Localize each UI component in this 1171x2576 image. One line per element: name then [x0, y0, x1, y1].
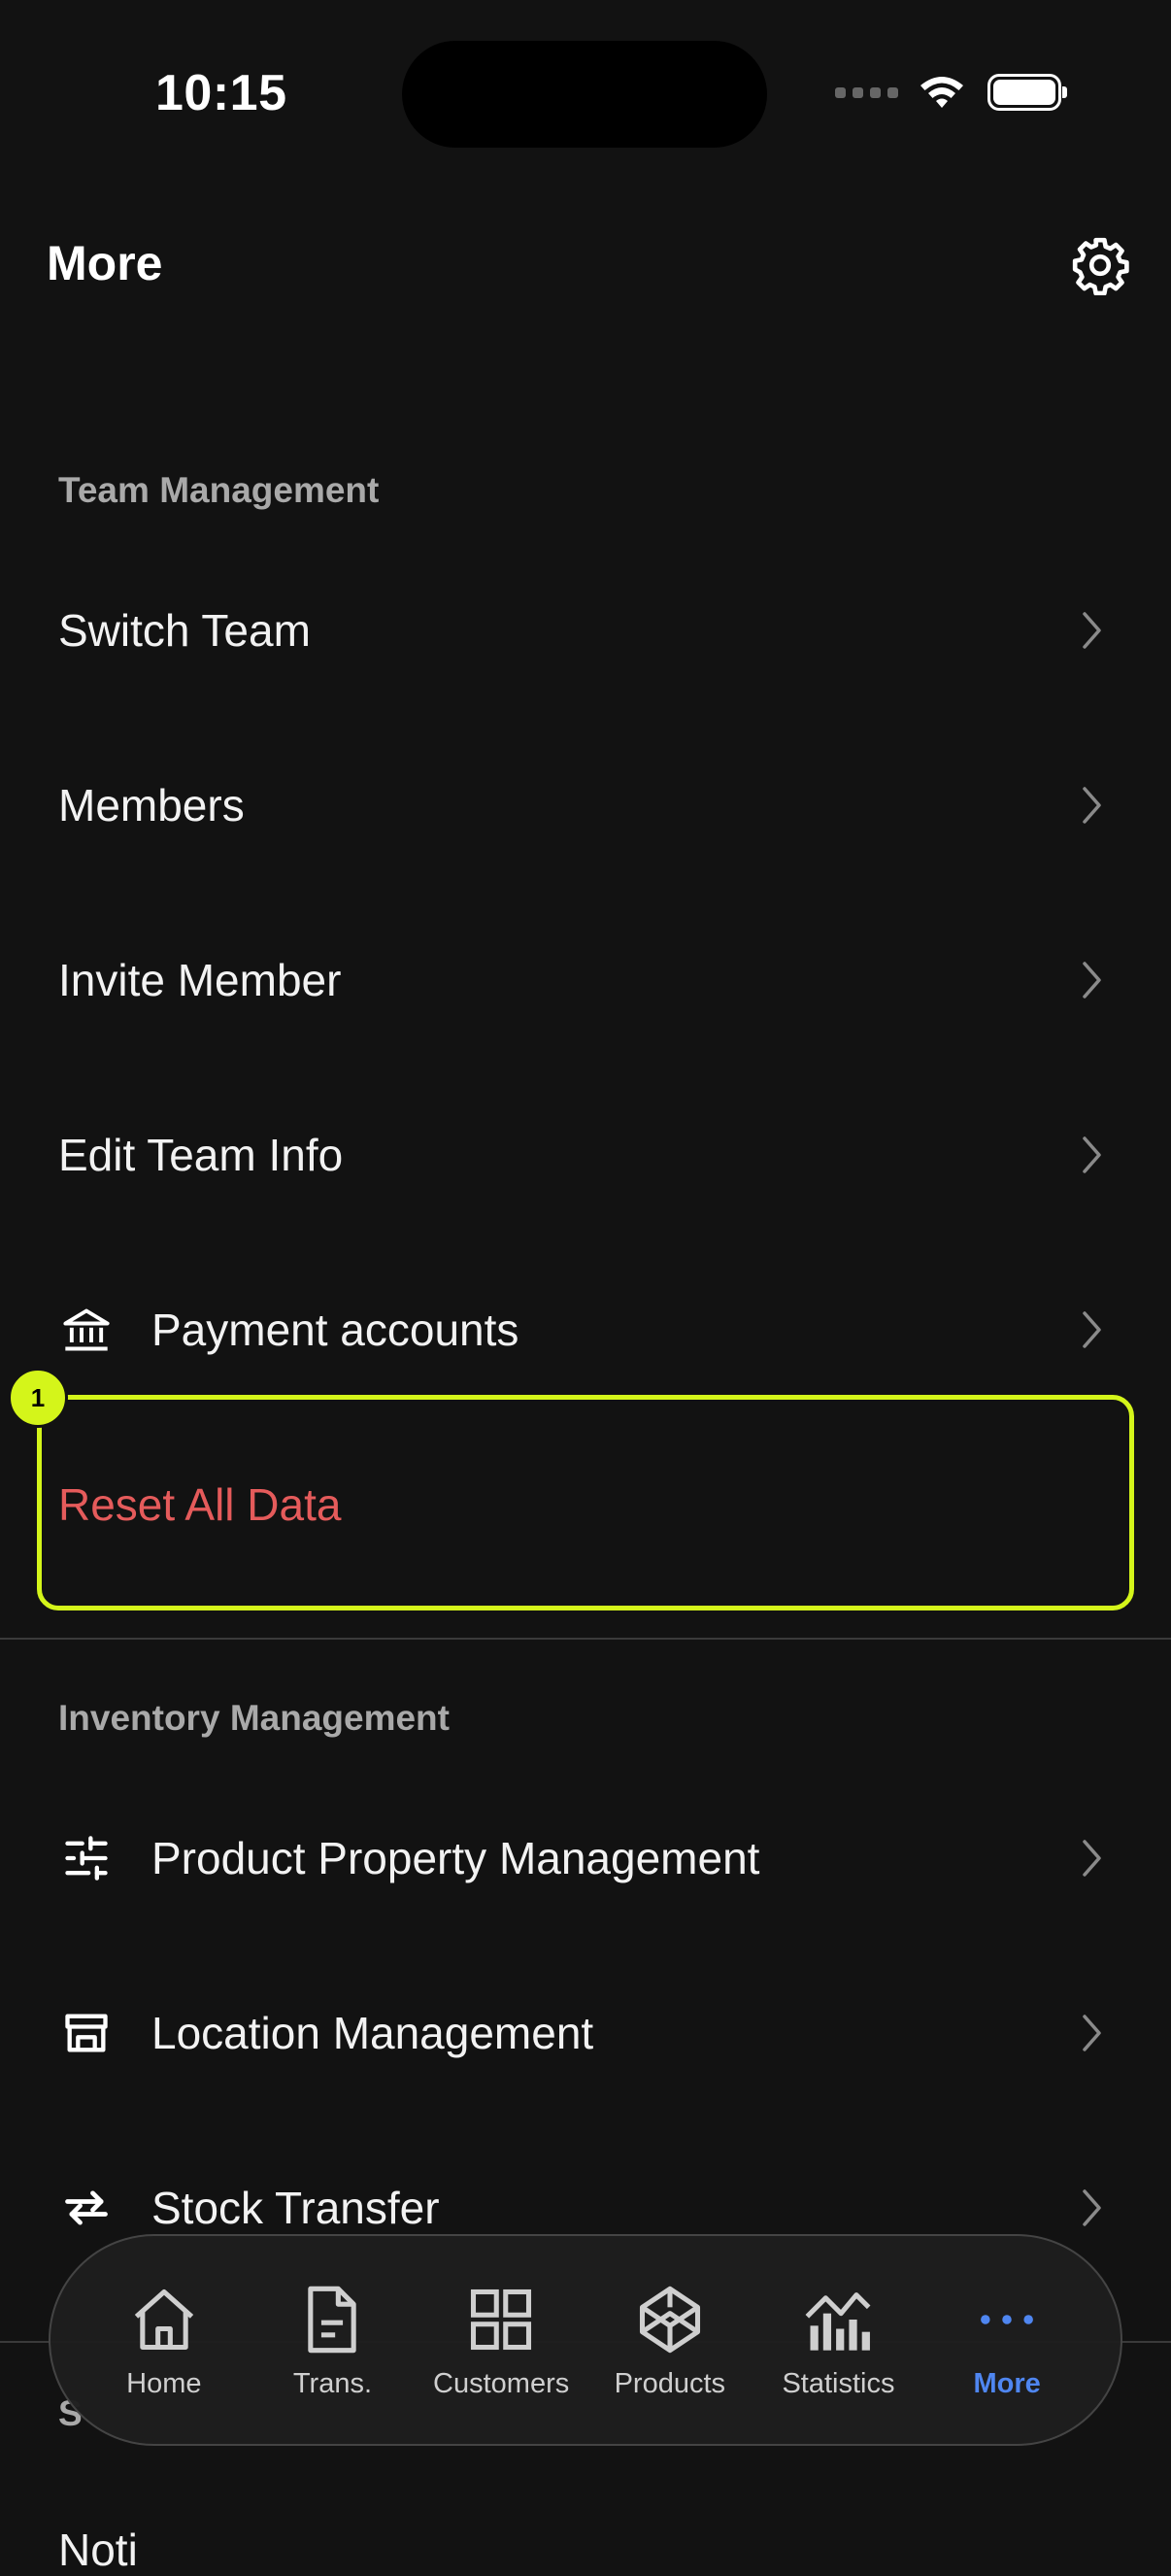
- tab-trans[interactable]: Trans.: [250, 2281, 415, 2400]
- chevron-right-icon: [1076, 784, 1109, 827]
- chevron-right-icon: [1076, 1134, 1109, 1176]
- highlight-badge: 1: [8, 1368, 68, 1428]
- tab-more[interactable]: More: [924, 2281, 1089, 2400]
- settings-button[interactable]: [1066, 231, 1134, 299]
- signal-icon: [835, 86, 898, 98]
- tab-label: Trans.: [292, 2367, 373, 2399]
- menu-item-partial[interactable]: Noti: [58, 2524, 138, 2576]
- menu-item-edit-team-info[interactable]: Edit Team Info: [0, 1068, 1171, 1241]
- menu-item-label: Payment accounts: [151, 1305, 519, 1355]
- tab-label: Products: [614, 2367, 726, 2399]
- tab-customers[interactable]: Customers: [418, 2281, 584, 2400]
- bank-icon: [60, 1304, 113, 1356]
- cube-icon: [631, 2281, 709, 2358]
- dynamic-island: [402, 41, 767, 148]
- divider: [0, 1638, 1171, 1640]
- menu-item-label: Stock Transfer: [151, 2183, 440, 2233]
- page-title: More: [47, 236, 163, 290]
- wifi-icon: [920, 77, 963, 108]
- menu-item-label: Edit Team Info: [58, 1130, 344, 1180]
- tab-label: Home: [126, 2367, 202, 2399]
- tab-statistics[interactable]: Statistics: [755, 2281, 920, 2400]
- chevron-right-icon: [1076, 1308, 1109, 1351]
- menu-item-members[interactable]: Members: [0, 719, 1171, 892]
- menu-item-invite-member[interactable]: Invite Member: [0, 894, 1171, 1067]
- menu-item-label: Members: [58, 780, 245, 830]
- tab-label: Statistics: [782, 2367, 895, 2399]
- section-header-inventory-management: Inventory Management: [58, 1698, 450, 1738]
- sliders-icon: [60, 1832, 113, 1884]
- tab-bar: Home Trans. Customers Products Statistic…: [49, 2234, 1122, 2446]
- chevron-right-icon: [1076, 2186, 1109, 2229]
- tab-label: More: [973, 2367, 1041, 2399]
- more-dots-icon: [968, 2281, 1046, 2358]
- menu-item-label: Location Management: [151, 2008, 594, 2058]
- tab-products[interactable]: Products: [587, 2281, 753, 2400]
- status-icons: [835, 68, 1067, 117]
- menu-item-label: Invite Member: [58, 955, 342, 1005]
- status-time: 10:15: [155, 65, 287, 121]
- menu-item-location-management[interactable]: Location Management: [0, 1947, 1171, 2119]
- menu-item-product-property-management[interactable]: Product Property Management: [0, 1772, 1171, 1945]
- menu-item-label: Switch Team: [58, 605, 311, 656]
- store-icon: [60, 2007, 113, 2059]
- menu-item-switch-team[interactable]: Switch Team: [0, 544, 1171, 717]
- section-header-team-management: Team Management: [58, 470, 380, 510]
- tab-label: Customers: [433, 2367, 570, 2399]
- chevron-right-icon: [1076, 609, 1109, 652]
- battery-icon: [987, 74, 1067, 111]
- chevron-right-icon: [1076, 959, 1109, 1001]
- grid-icon: [462, 2281, 540, 2358]
- status-bar: 10:15: [0, 0, 1171, 185]
- transfer-arrows-icon: [60, 2182, 113, 2234]
- menu-item-payment-accounts[interactable]: Payment accounts: [0, 1243, 1171, 1416]
- chevron-right-icon: [1076, 1837, 1109, 1880]
- chevron-right-icon: [1076, 2012, 1109, 2054]
- highlight-box: [37, 1395, 1134, 1610]
- document-icon: [293, 2281, 371, 2358]
- header: More: [0, 214, 1171, 311]
- tab-home[interactable]: Home: [82, 2281, 247, 2400]
- gear-icon: [1072, 237, 1129, 295]
- bar-chart-icon: [799, 2281, 877, 2358]
- home-icon: [125, 2281, 203, 2358]
- menu-item-label: Product Property Management: [151, 1833, 760, 1883]
